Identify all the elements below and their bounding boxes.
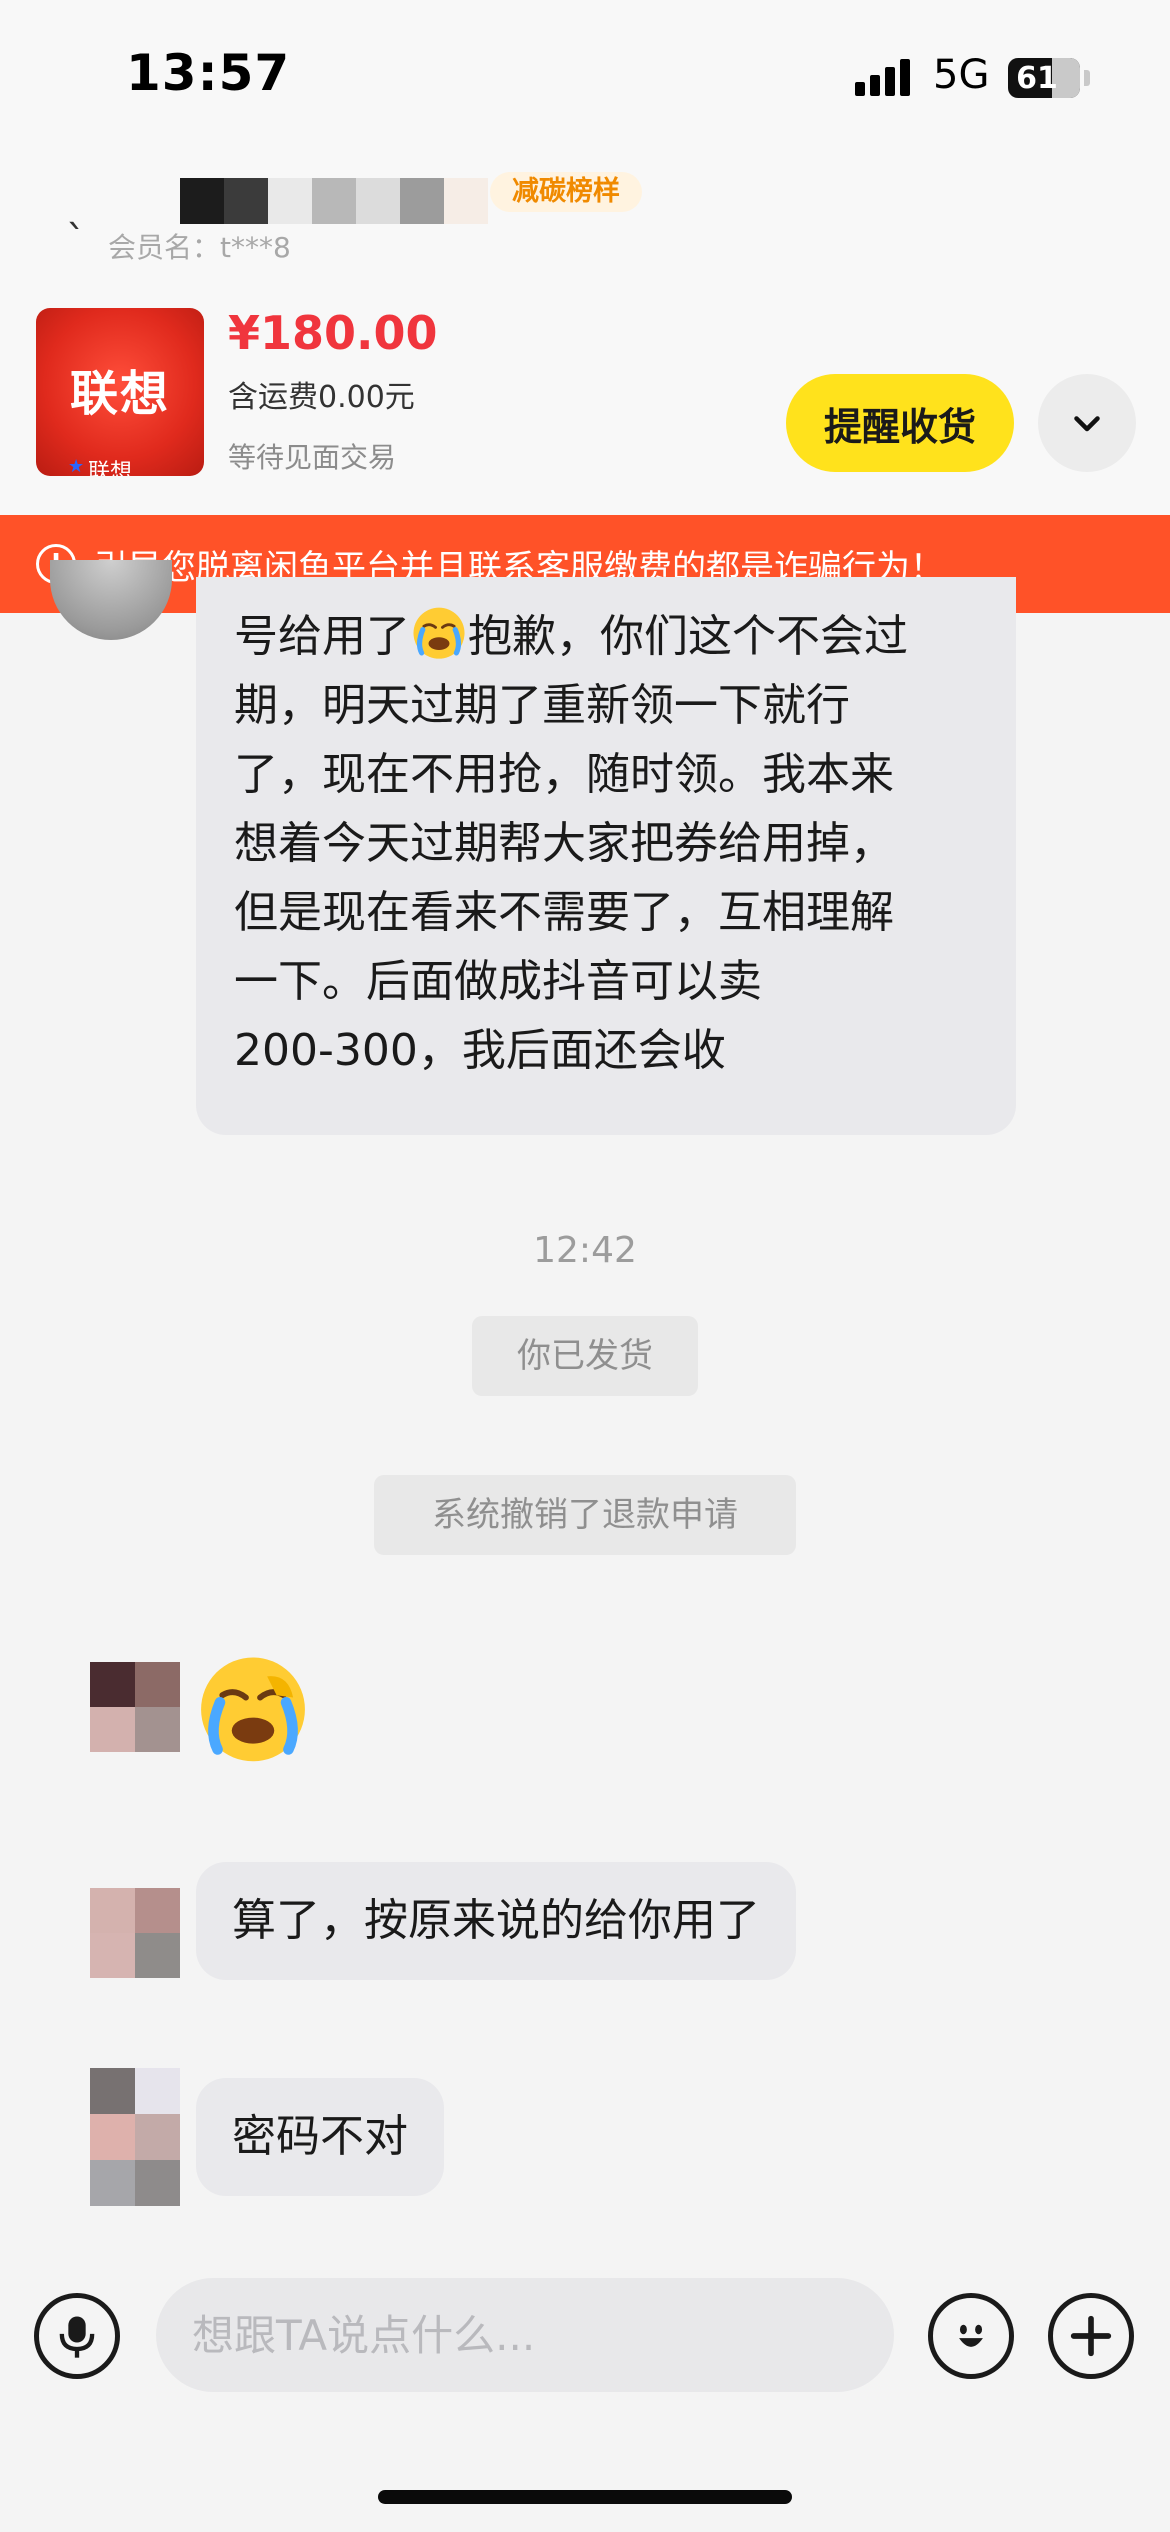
seller-badge: 减碳榜样 (490, 172, 642, 212)
avatar[interactable] (90, 2068, 180, 2206)
status-time: 13:57 (126, 44, 291, 102)
signal-icon (855, 58, 910, 96)
product-price: ¥180.00 (228, 306, 438, 360)
product-thumbnail[interactable]: 联想 ★ 联想 (36, 308, 204, 476)
avatar[interactable] (90, 1888, 180, 1978)
system-message-refund: 系统撤销了退款申请 (374, 1475, 796, 1555)
seller-name-mosaic (180, 178, 488, 224)
emoji-button[interactable] (928, 2293, 1014, 2379)
crying-emoji-icon (413, 607, 465, 659)
system-message-shipped: 你已发货 (472, 1316, 698, 1396)
avatar[interactable] (50, 560, 172, 640)
order-status: 等待见面交易 (228, 441, 397, 474)
member-name: 会员名：t***8 (108, 231, 291, 264)
chevron-down-icon (1074, 416, 1100, 432)
battery-icon: 61 (1008, 58, 1080, 98)
back-icon[interactable]: ˋ (66, 218, 86, 264)
star-icon: ★ (68, 456, 85, 476)
message-text-part2: 抱歉，你们这个不会过 期，明天过期了重新领一下就行 了，现在不用抢，随时领。我本… (234, 611, 908, 1076)
status-bar: 13:57 5G 61 (0, 0, 1170, 150)
avatar[interactable] (90, 1662, 180, 1752)
battery-tip (1084, 70, 1090, 86)
chat-timestamp: 12:42 (533, 1230, 637, 1271)
crying-emoji-icon (201, 1657, 305, 1762)
plus-icon (1070, 2315, 1112, 2357)
voice-button[interactable] (34, 2293, 120, 2379)
network-type: 5G (933, 52, 990, 98)
message-bubble: 算了，按原来说的给你用了 (196, 1862, 796, 1980)
product-logo-text: 联想 (69, 366, 170, 422)
home-indicator (378, 2490, 792, 2504)
remind-receipt-button[interactable]: 提醒收货 (786, 374, 1014, 472)
battery-level: 61 (1016, 60, 1058, 96)
product-sub-text: 联想 (88, 460, 133, 476)
message-text-part1: 号给用了 (234, 611, 410, 662)
shipping-fee: 含运费0.00元 (228, 380, 415, 415)
more-actions-button[interactable] (1048, 2293, 1134, 2379)
microphone-icon (59, 2316, 95, 2358)
message-input[interactable] (156, 2278, 894, 2392)
message-bubble: 号给用了 抱歉，你们这个不会过 期，明天过期了重新领一下就行 了，现在不用抢，随… (196, 577, 1016, 1135)
message-bubble: 密码不对 (196, 2078, 444, 2196)
emoji-icon (959, 2324, 983, 2347)
expand-button[interactable] (1038, 374, 1136, 472)
